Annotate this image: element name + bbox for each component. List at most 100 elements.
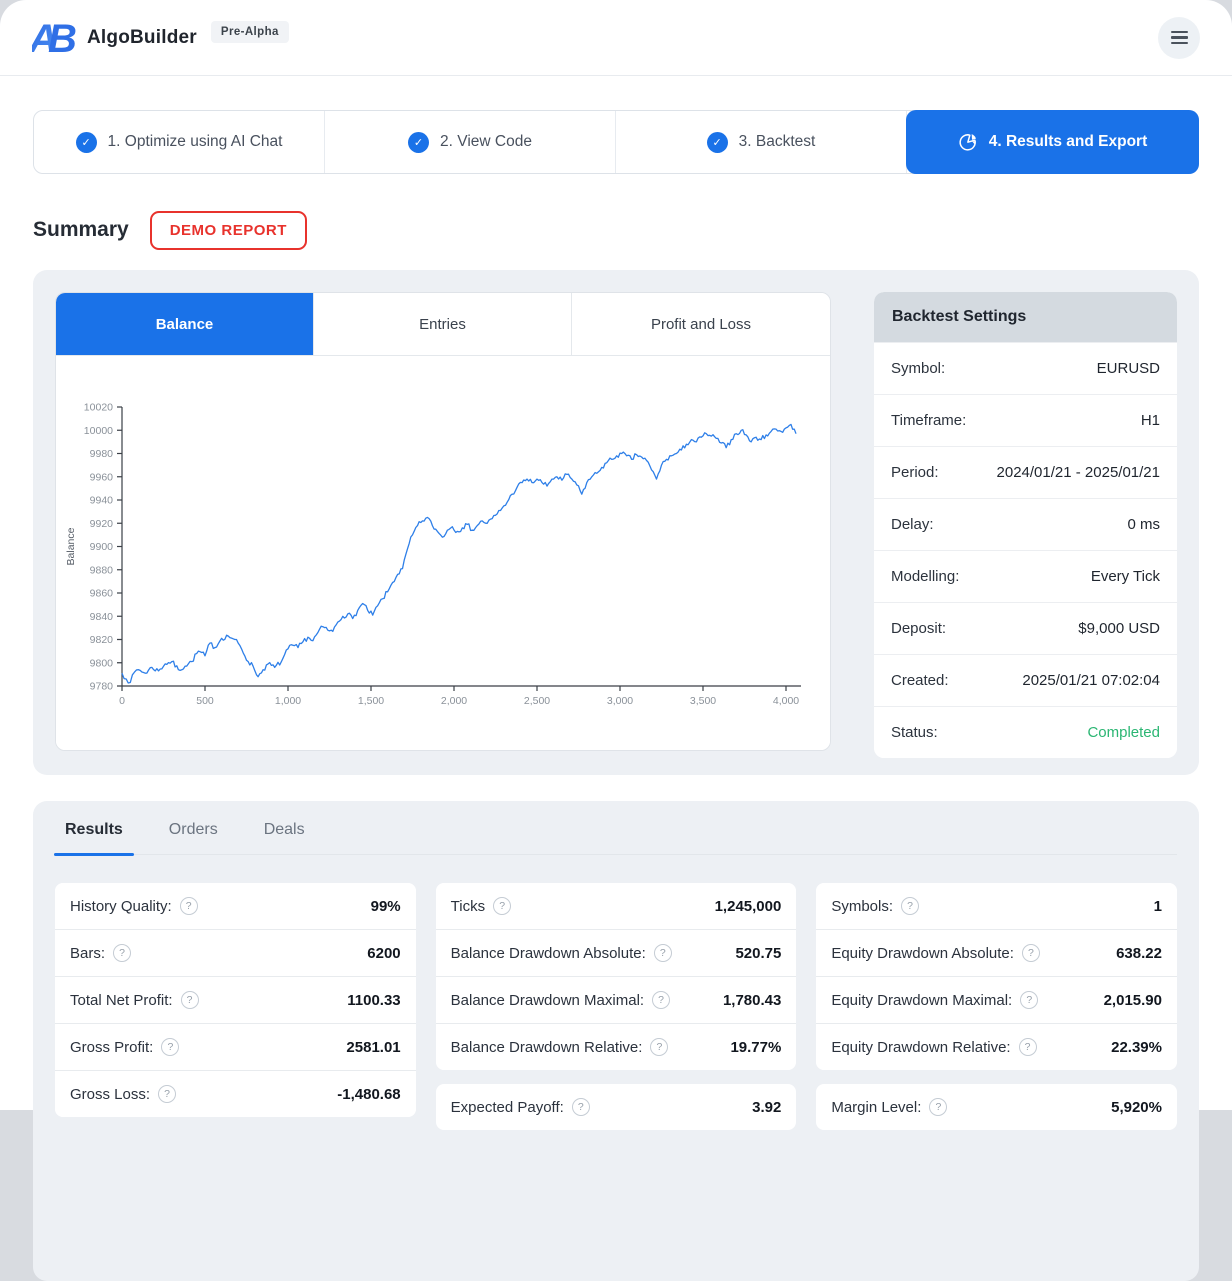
x-tick-label: 2,000 xyxy=(441,695,467,707)
stat-value: 520.75 xyxy=(735,945,781,962)
stat-label-text: Equity Drawdown Absolute: xyxy=(831,945,1014,962)
help-icon[interactable]: ? xyxy=(493,897,511,915)
stat-value: 1,245,000 xyxy=(715,898,782,915)
stat-value: 1100.33 xyxy=(347,992,400,1009)
stat-group: Symbols:?1Equity Drawdown Absolute:?638.… xyxy=(816,883,1177,1070)
app-header: A B AlgoBuilder Pre-Alpha xyxy=(0,0,1232,76)
stat-label: Ticks? xyxy=(451,897,511,915)
help-icon[interactable]: ? xyxy=(180,897,198,915)
stat-label: Expected Payoff:? xyxy=(451,1098,590,1116)
help-icon[interactable]: ? xyxy=(113,944,131,962)
x-tick-label: 0 xyxy=(119,695,125,707)
stat-value: 2581.01 xyxy=(346,1039,400,1056)
stat-label-text: Gross Loss: xyxy=(70,1086,150,1103)
chart-tab-entries[interactable]: Entries xyxy=(314,293,572,355)
pie-chart-icon xyxy=(958,132,978,152)
stat-row: History Quality:?99% xyxy=(55,883,416,929)
settings-row-value: H1 xyxy=(1141,412,1160,429)
results-tab-deals[interactable]: Deals xyxy=(264,821,305,854)
stat-row: Total Net Profit:? 1100.33 xyxy=(55,976,416,1023)
y-tick-label: 9800 xyxy=(90,657,114,669)
stepper-step-1[interactable]: ✓1. Optimize using AI Chat xyxy=(34,111,325,173)
settings-row-label: Timeframe: xyxy=(891,412,966,429)
check-circle-icon: ✓ xyxy=(408,132,429,153)
stepper-step-4[interactable]: 4. Results and Export xyxy=(906,110,1199,174)
stat-value: 2,015.90 xyxy=(1104,992,1162,1009)
brand: A B AlgoBuilder Pre-Alpha xyxy=(32,19,289,57)
settings-row: Period: 2024/01/21 - 2025/01/21 xyxy=(874,446,1177,498)
stat-label-text: Margin Level: xyxy=(831,1099,921,1116)
balance-series-line xyxy=(122,424,796,683)
help-icon[interactable]: ? xyxy=(161,1038,179,1056)
settings-row-label: Period: xyxy=(891,464,939,481)
stat-label: Gross Profit:? xyxy=(70,1038,179,1056)
help-icon[interactable]: ? xyxy=(929,1098,947,1116)
pre-alpha-badge: Pre-Alpha xyxy=(211,21,289,43)
y-tick-label: 9900 xyxy=(90,541,114,553)
check-circle-icon: ✓ xyxy=(76,132,97,153)
settings-row: Timeframe: H1 xyxy=(874,394,1177,446)
y-tick-label: 9820 xyxy=(90,634,114,646)
menu-icon xyxy=(1171,31,1188,34)
y-tick-label: 10000 xyxy=(84,425,113,437)
results-tab-bar: Results Orders Deals xyxy=(55,821,1177,855)
y-tick-label: 9860 xyxy=(90,588,114,600)
stat-row: Balance Drawdown Absolute:?520.75 xyxy=(436,929,797,976)
stat-value: 22.39% xyxy=(1111,1039,1162,1056)
stat-label-text: Symbols: xyxy=(831,898,893,915)
stepper-step-2[interactable]: ✓2. View Code xyxy=(325,111,616,173)
stat-row: Balance Drawdown Relative:?19.77% xyxy=(436,1023,797,1070)
stat-value: 99% xyxy=(371,898,401,915)
x-tick-label: 1,000 xyxy=(275,695,301,707)
x-tick-label: 3,500 xyxy=(690,695,716,707)
settings-row-value: 2025/01/21 07:02:04 xyxy=(1022,672,1160,689)
settings-row-label: Delay: xyxy=(891,516,934,533)
stat-label-text: Ticks xyxy=(451,898,485,915)
stat-row: Equity Drawdown Maximal:? 2,015.90 xyxy=(816,976,1177,1023)
x-tick-label: 1,500 xyxy=(358,695,384,707)
settings-row-value: $9,000 USD xyxy=(1078,620,1160,637)
stat-row: Bars:?6200 xyxy=(55,929,416,976)
settings-row-value: 0 ms xyxy=(1127,516,1160,533)
stat-value: 5,920% xyxy=(1111,1099,1162,1116)
chart-tab-balance[interactable]: Balance xyxy=(56,293,314,355)
hamburger-menu-button[interactable] xyxy=(1158,17,1200,59)
help-icon[interactable]: ? xyxy=(1022,944,1040,962)
settings-row-value: 2024/01/21 - 2025/01/21 xyxy=(997,464,1160,481)
stat-label: Equity Drawdown Absolute:? xyxy=(831,944,1040,962)
results-tab-orders[interactable]: Orders xyxy=(169,821,218,854)
results-card: ResultsOrdersDeals History Quality:?99%B… xyxy=(33,801,1199,1281)
stat-label: Equity Drawdown Maximal:? xyxy=(831,991,1038,1009)
stat-label-text: Expected Payoff: xyxy=(451,1099,564,1116)
stat-row: Equity Drawdown Absolute:?638.22 xyxy=(816,929,1177,976)
stat-row: Equity Drawdown Relative:?22.39% xyxy=(816,1023,1177,1070)
help-icon[interactable]: ? xyxy=(1020,991,1038,1009)
check-circle-icon: ✓ xyxy=(707,132,728,153)
stat-group: Ticks?1,245,000Balance Drawdown Absolute… xyxy=(436,883,797,1070)
settings-row-value: Completed xyxy=(1087,724,1160,741)
stat-label-text: Balance Drawdown Maximal: xyxy=(451,992,644,1009)
help-icon[interactable]: ? xyxy=(572,1098,590,1116)
stat-label: Balance Drawdown Maximal:? xyxy=(451,991,670,1009)
y-tick-label: 10020 xyxy=(84,402,113,414)
backtest-settings-title: Backtest Settings xyxy=(874,292,1177,342)
stat-label-text: Total Net Profit: xyxy=(70,992,173,1009)
help-icon[interactable]: ? xyxy=(652,991,670,1009)
stepper-step-3[interactable]: ✓3. Backtest xyxy=(616,111,907,173)
balance-line-chart: 9780980098209840986098809900992099409960… xyxy=(56,356,830,750)
stepper-step-label: 4. Results and Export xyxy=(989,133,1147,151)
stats-column-2: Ticks?1,245,000Balance Drawdown Absolute… xyxy=(436,883,797,1130)
help-icon[interactable]: ? xyxy=(901,897,919,915)
help-icon[interactable]: ? xyxy=(650,1038,668,1056)
results-tab-results[interactable]: Results xyxy=(65,821,123,854)
demo-report-button[interactable]: DEMO REPORT xyxy=(150,211,307,250)
help-icon[interactable]: ? xyxy=(654,944,672,962)
chart-body: 9780980098209840986098809900992099409960… xyxy=(56,356,830,750)
stat-label: Balance Drawdown Relative:? xyxy=(451,1038,669,1056)
help-icon[interactable]: ? xyxy=(1019,1038,1037,1056)
chart-tab-profit-and-loss[interactable]: Profit and Loss xyxy=(572,293,830,355)
help-icon[interactable]: ? xyxy=(158,1085,176,1103)
stat-value: 1,780.43 xyxy=(723,992,781,1009)
help-icon[interactable]: ? xyxy=(181,991,199,1009)
settings-row: Created:2025/01/21 07:02:04 xyxy=(874,654,1177,706)
